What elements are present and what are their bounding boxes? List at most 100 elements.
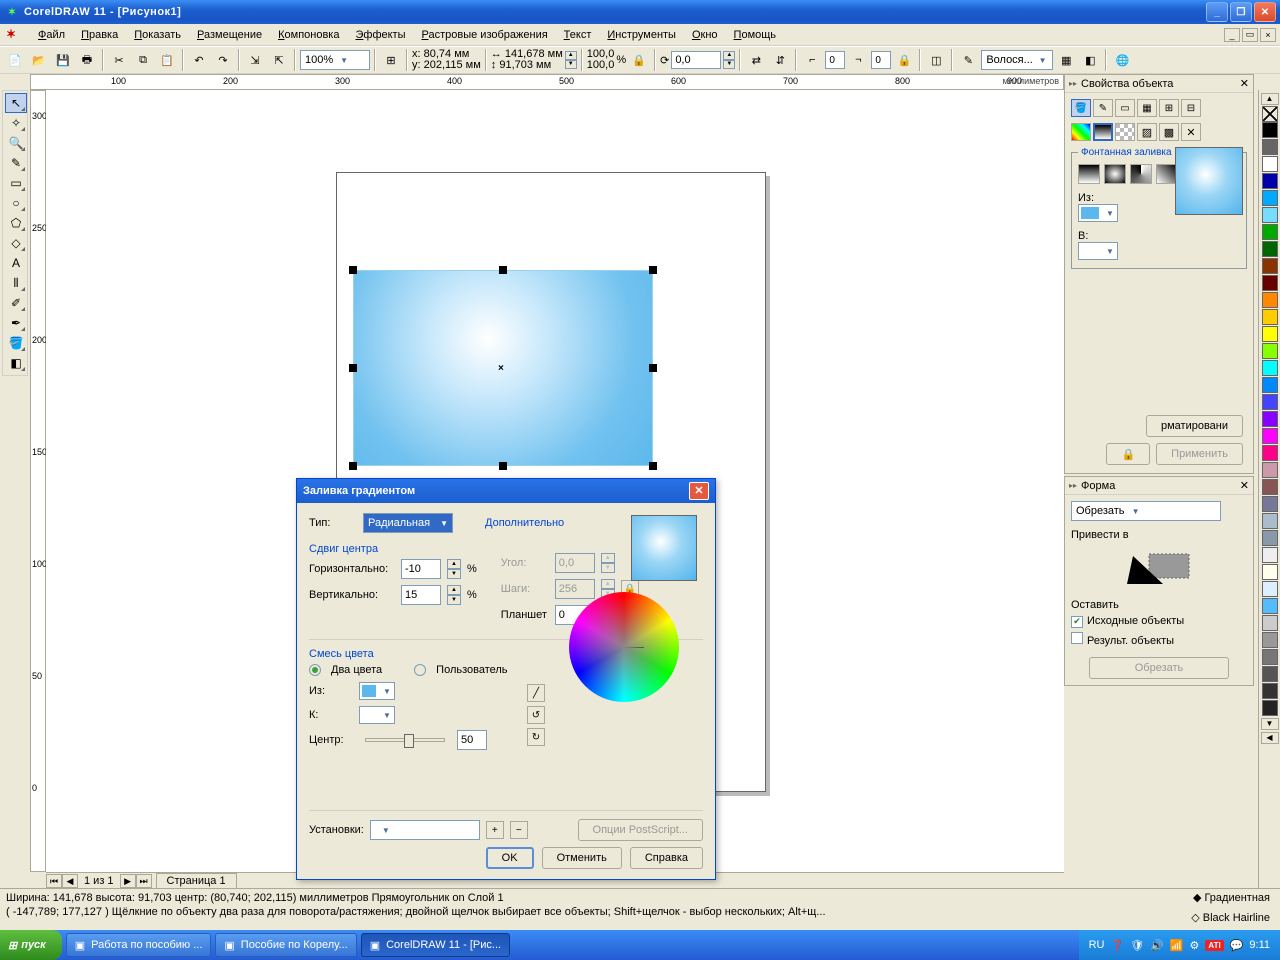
interactive-fill-tool[interactable]: ◧ xyxy=(5,353,27,373)
color-swatch[interactable] xyxy=(1262,122,1278,138)
color-swatch[interactable] xyxy=(1262,496,1278,512)
target-checkbox[interactable] xyxy=(1071,632,1083,644)
snap-button[interactable]: ⊞ xyxy=(380,49,402,71)
taskbar-item[interactable]: ▣Пособие по Корелу... xyxy=(215,933,356,957)
dialog-close-button[interactable]: ✕ xyxy=(689,482,709,500)
selected-rectangle[interactable]: × xyxy=(353,270,653,466)
zoom-tool[interactable]: 🔍 xyxy=(5,133,27,153)
mirror-v-button[interactable]: ⇵ xyxy=(769,49,791,71)
texture-fill-button[interactable]: ▨ xyxy=(1137,123,1157,141)
menu-Текст[interactable]: Текст xyxy=(556,26,600,44)
save-button[interactable]: 💾 xyxy=(52,49,74,71)
tray-icon[interactable]: 🛡 xyxy=(1130,939,1144,952)
wrap-button[interactable]: ▦ xyxy=(1055,49,1077,71)
page-prev-button[interactable]: ◀ xyxy=(62,874,78,888)
lock-ratio-button[interactable]: 🔒 xyxy=(628,49,650,71)
cut-button[interactable]: ✂ xyxy=(108,49,130,71)
cancel-button[interactable]: Отменить xyxy=(542,847,622,869)
color-swatch[interactable] xyxy=(1262,275,1278,291)
type-combo[interactable]: Радиальная▼ xyxy=(363,513,453,533)
menu-Правка[interactable]: Правка xyxy=(73,26,126,44)
redo-button[interactable]: ↷ xyxy=(212,49,234,71)
color-swatch[interactable] xyxy=(1262,309,1278,325)
color-swatch[interactable] xyxy=(1262,241,1278,257)
no-color-swatch[interactable] xyxy=(1262,106,1278,122)
corner-tr-icon[interactable]: ¬ xyxy=(847,49,869,71)
fountain-fill-button[interactable] xyxy=(1093,123,1113,141)
tray-icon[interactable]: 💬 xyxy=(1230,939,1244,952)
from-color[interactable]: ▼ xyxy=(359,682,395,700)
undo-button[interactable]: ↶ xyxy=(188,49,210,71)
conical-grad-button[interactable] xyxy=(1130,164,1152,184)
paste-button[interactable]: 📋 xyxy=(156,49,178,71)
cw-path-button[interactable]: ↻ xyxy=(527,728,545,746)
open-button[interactable]: 📂 xyxy=(28,49,50,71)
import-button[interactable]: ⇲ xyxy=(244,49,266,71)
color-swatch[interactable] xyxy=(1262,360,1278,376)
system-tray[interactable]: RU ❓ 🛡 🔊 📶 ⚙ ATI 💬 9:11 xyxy=(1079,930,1280,960)
color-swatch[interactable] xyxy=(1262,462,1278,478)
fill-tab[interactable]: 🪣 xyxy=(1071,99,1091,117)
taskbar-item[interactable]: ▣CorelDRAW 11 - [Рис... xyxy=(361,933,510,957)
center-slider[interactable] xyxy=(365,738,445,742)
vert-input[interactable]: 15 xyxy=(401,585,441,605)
color-swatch[interactable] xyxy=(1262,479,1278,495)
taskbar-item[interactable]: ▣Работа по пособию ... xyxy=(66,933,212,957)
color-swatch[interactable] xyxy=(1262,632,1278,648)
color-swatch[interactable] xyxy=(1262,428,1278,444)
docker-close-button[interactable]: ✕ xyxy=(1240,77,1249,90)
preset-remove-button[interactable]: − xyxy=(510,821,528,839)
color-swatch[interactable] xyxy=(1262,700,1278,716)
eyedropper-tool[interactable]: ✐ xyxy=(5,293,27,313)
ati-icon[interactable]: ATI xyxy=(1205,940,1223,951)
scale-xy[interactable]: 100,0 100,0 xyxy=(587,50,615,70)
mdi-close-button[interactable]: × xyxy=(1260,28,1276,42)
color-swatch[interactable] xyxy=(1262,156,1278,172)
tray-icon[interactable]: 📶 xyxy=(1170,939,1184,952)
close-button[interactable]: ✕ xyxy=(1254,2,1276,22)
color-swatch[interactable] xyxy=(1262,581,1278,597)
apply-button[interactable]: Применить xyxy=(1156,443,1243,465)
shape-op-combo[interactable]: Обрезать▼ xyxy=(1071,501,1221,521)
source-checkbox[interactable]: ✔ xyxy=(1071,616,1083,628)
color-swatch[interactable] xyxy=(1262,326,1278,342)
rotation-input[interactable]: 0,0 xyxy=(671,51,721,69)
page-last-button[interactable]: ⏭ xyxy=(136,874,152,888)
color-wheel[interactable] xyxy=(569,592,679,702)
outline-icon[interactable]: ✎ xyxy=(957,49,979,71)
color-swatch[interactable] xyxy=(1262,377,1278,393)
menu-Компоновка[interactable]: Компоновка xyxy=(270,26,347,44)
color-swatch[interactable] xyxy=(1262,190,1278,206)
freehand-tool[interactable]: ✎ xyxy=(5,153,27,173)
color-swatch[interactable] xyxy=(1262,615,1278,631)
menu-Помощь[interactable]: Помощь xyxy=(726,26,785,44)
lock-button[interactable]: 🔒 xyxy=(1106,443,1150,465)
tray-icon[interactable]: 🔊 xyxy=(1150,939,1164,952)
curve-tab[interactable]: ⊟ xyxy=(1181,99,1201,117)
basic-shapes-tool[interactable]: ◇ xyxy=(5,233,27,253)
ccw-path-button[interactable]: ↺ xyxy=(527,706,545,724)
color-swatch[interactable] xyxy=(1262,547,1278,563)
palette-down-button[interactable]: ▼ xyxy=(1261,718,1279,730)
horiz-input[interactable]: -10 xyxy=(401,559,441,579)
menu-Файл[interactable]: Файл xyxy=(30,26,73,44)
print-button[interactable]: 🖶 xyxy=(76,49,98,71)
center-input[interactable]: 50 xyxy=(457,730,487,750)
color-swatch[interactable] xyxy=(1262,343,1278,359)
rect-tab[interactable]: ▭ xyxy=(1115,99,1135,117)
menu-Размещение[interactable]: Размещение xyxy=(189,26,270,44)
color-swatch[interactable] xyxy=(1262,394,1278,410)
to-color-dropdown[interactable]: ▼ xyxy=(1078,242,1118,260)
color-swatch[interactable] xyxy=(1262,292,1278,308)
color-swatch[interactable] xyxy=(1262,683,1278,699)
menu-Инструменты[interactable]: Инструменты xyxy=(599,26,684,44)
direct-path-button[interactable]: ╱ xyxy=(527,684,545,702)
color-swatch[interactable] xyxy=(1262,173,1278,189)
palette-up-button[interactable]: ▲ xyxy=(1261,93,1279,105)
tray-icon[interactable]: ⚙ xyxy=(1190,939,1200,952)
custom-radio[interactable] xyxy=(414,664,426,676)
radial-grad-button[interactable] xyxy=(1104,164,1126,184)
corner-lock-button[interactable]: 🔒 xyxy=(893,49,915,71)
two-color-radio[interactable] xyxy=(309,664,321,676)
preset-add-button[interactable]: + xyxy=(486,821,504,839)
